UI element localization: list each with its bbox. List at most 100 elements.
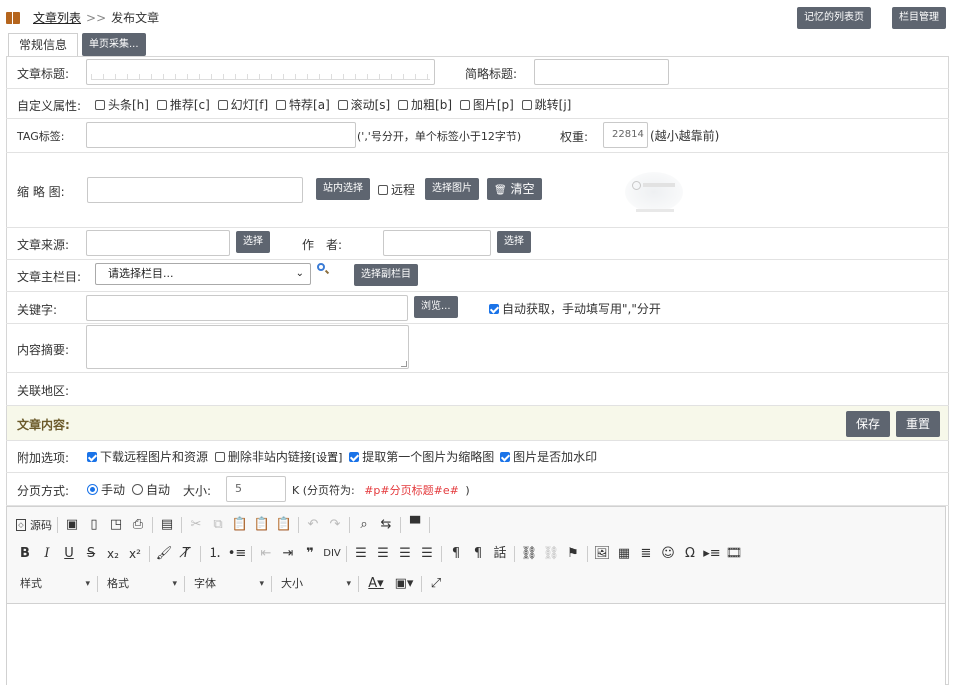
paging-auto-radio[interactable] (132, 484, 143, 495)
undo-icon[interactable]: ↶ (302, 514, 324, 536)
bold-icon[interactable]: B (14, 543, 36, 565)
remote-checkbox[interactable] (378, 185, 388, 195)
remove-links-option[interactable]: 删除非站内链接 (214, 450, 312, 464)
text-color-icon[interactable]: A▾ (362, 573, 390, 595)
page-break-icon[interactable]: ▀ (404, 514, 426, 536)
reset-button[interactable]: 重置 (896, 411, 941, 437)
attr-headline-checkbox[interactable] (95, 100, 105, 110)
choose-image-button[interactable]: 选择图片 (425, 178, 479, 200)
maximize-icon[interactable]: ⤢ (425, 573, 447, 595)
subscript-icon[interactable]: x₂ (102, 543, 124, 565)
align-center-icon[interactable]: ☰ (372, 543, 394, 565)
underline-icon[interactable]: U (58, 543, 80, 565)
size-combo[interactable]: 大小 (275, 574, 355, 594)
ltr-icon[interactable]: ¶ (445, 543, 467, 565)
summary-textarea[interactable] (86, 325, 409, 369)
attr-scroll-checkbox[interactable] (337, 100, 348, 110)
title-input[interactable] (86, 59, 435, 85)
page-size-input[interactable]: 5 (226, 476, 286, 502)
font-combo[interactable]: 字体 (188, 574, 268, 594)
remove-links-checkbox[interactable] (214, 452, 225, 462)
superscript-icon[interactable]: x² (124, 543, 146, 565)
iframe-icon[interactable]: ▸≡ (701, 543, 723, 565)
blockquote-icon[interactable]: ❞ (299, 543, 321, 565)
column-manage-button[interactable]: 栏目管理 (892, 7, 946, 29)
source-button[interactable]: ◇ 源码 (14, 514, 54, 536)
editor-content[interactable] (7, 603, 945, 685)
attr-picture[interactable]: 图片[p] (459, 96, 514, 113)
table-icon[interactable]: ▦ (613, 543, 635, 565)
align-right-icon[interactable]: ☰ (394, 543, 416, 565)
numbered-list-icon[interactable]: ⒈ (204, 543, 226, 565)
attr-bold[interactable]: 加粗[b] (398, 96, 452, 113)
attr-bold-checkbox[interactable] (398, 100, 409, 110)
attr-picture-checkbox[interactable] (459, 100, 470, 110)
cut-icon[interactable]: ✂ (185, 514, 207, 536)
attr-slide[interactable]: 幻灯[f] (217, 96, 268, 113)
paste-text-icon[interactable]: 📋 (251, 514, 273, 536)
attr-jump-checkbox[interactable] (521, 100, 532, 110)
horizontal-rule-icon[interactable]: ≣ (635, 543, 657, 565)
tag-input[interactable] (86, 122, 356, 148)
download-remote-checkbox[interactable] (87, 452, 97, 462)
copy-icon[interactable]: ⧉ (207, 514, 229, 536)
attr-scroll[interactable]: 滚动[s] (337, 96, 390, 113)
keyword-input[interactable] (86, 295, 408, 321)
save-icon[interactable]: ▣ (61, 514, 83, 536)
new-page-icon[interactable]: ▯ (83, 514, 105, 536)
attr-slide-checkbox[interactable] (217, 100, 228, 110)
align-left-icon[interactable]: ☰ (350, 543, 372, 565)
paste-word-icon[interactable]: 📋 (273, 514, 295, 536)
download-remote-option[interactable]: 下载远程图片和资源 (87, 450, 208, 464)
unlink-icon[interactable]: ⛓ (540, 543, 562, 565)
tab-general[interactable]: 常规信息 (8, 33, 78, 56)
paging-manual-option[interactable]: 手动 (87, 481, 125, 498)
align-justify-icon[interactable]: ☰ (416, 543, 438, 565)
attr-headline[interactable]: 头条[h] (95, 96, 149, 113)
author-input[interactable] (383, 230, 491, 256)
div-container-icon[interactable]: DIV (321, 543, 343, 565)
format-combo[interactable]: 格式 (101, 574, 181, 594)
browse-button[interactable]: 浏览... (414, 296, 458, 318)
outdent-icon[interactable]: ⇤ (255, 543, 277, 565)
copy-format-icon[interactable]: 🖌 (153, 543, 175, 565)
attr-special-checkbox[interactable] (276, 100, 287, 110)
paging-auto-option[interactable]: 自动 (132, 481, 170, 498)
remote-option[interactable]: 远程 (378, 181, 415, 198)
templates-icon[interactable]: ▤ (156, 514, 178, 536)
weight-input[interactable]: 22814 (603, 122, 648, 148)
tab-single-collect[interactable]: 单页采集... (82, 33, 146, 56)
bg-color-icon[interactable]: ▣▾ (390, 573, 418, 595)
link-icon[interactable]: ⛓ (518, 543, 540, 565)
style-combo[interactable]: 样式 (14, 574, 94, 594)
rtl-icon[interactable]: ¶ (467, 543, 489, 565)
first-image-option[interactable]: 提取第一个图片为缩略图 (349, 450, 494, 464)
special-char-icon[interactable]: Ω (679, 543, 701, 565)
smiley-icon[interactable]: ☺ (657, 543, 679, 565)
clear-button[interactable]: 🗑 清空 (487, 178, 542, 200)
auto-fetch-checkbox[interactable] (489, 304, 499, 314)
italic-icon[interactable]: I (36, 543, 58, 565)
preview-icon[interactable]: ◳ (105, 514, 127, 536)
indent-icon[interactable]: ⇥ (277, 543, 299, 565)
site-select-button[interactable]: 站内选择 (316, 178, 370, 200)
print-icon[interactable]: ⎙ (127, 514, 149, 536)
attr-recommend-checkbox[interactable] (156, 100, 167, 110)
thumb-input[interactable] (87, 177, 303, 203)
resize-handle-icon[interactable] (401, 361, 407, 367)
auto-fetch-option[interactable]: 自动获取，手动填写用","分开 (489, 300, 661, 317)
sub-column-button[interactable]: 选择副栏目 (354, 264, 418, 286)
media-icon[interactable]: 🎞 (723, 543, 745, 565)
bulleted-list-icon[interactable]: •≡ (226, 543, 248, 565)
attr-jump[interactable]: 跳转[j] (521, 96, 571, 113)
paste-icon[interactable]: 📋 (229, 514, 251, 536)
attr-recommend[interactable]: 推荐[c] (156, 96, 210, 113)
strike-icon[interactable]: S (80, 543, 102, 565)
watermark-checkbox[interactable] (500, 452, 511, 462)
main-column-select[interactable]: 请选择栏目... ⌄ (95, 263, 311, 285)
anchor-icon[interactable]: ⚑ (562, 543, 584, 565)
article-list-link[interactable]: 文章列表 (33, 9, 81, 26)
image-icon[interactable]: 🖼 (591, 543, 613, 565)
redo-icon[interactable]: ↷ (324, 514, 346, 536)
save-button[interactable]: 保存 (846, 411, 891, 437)
